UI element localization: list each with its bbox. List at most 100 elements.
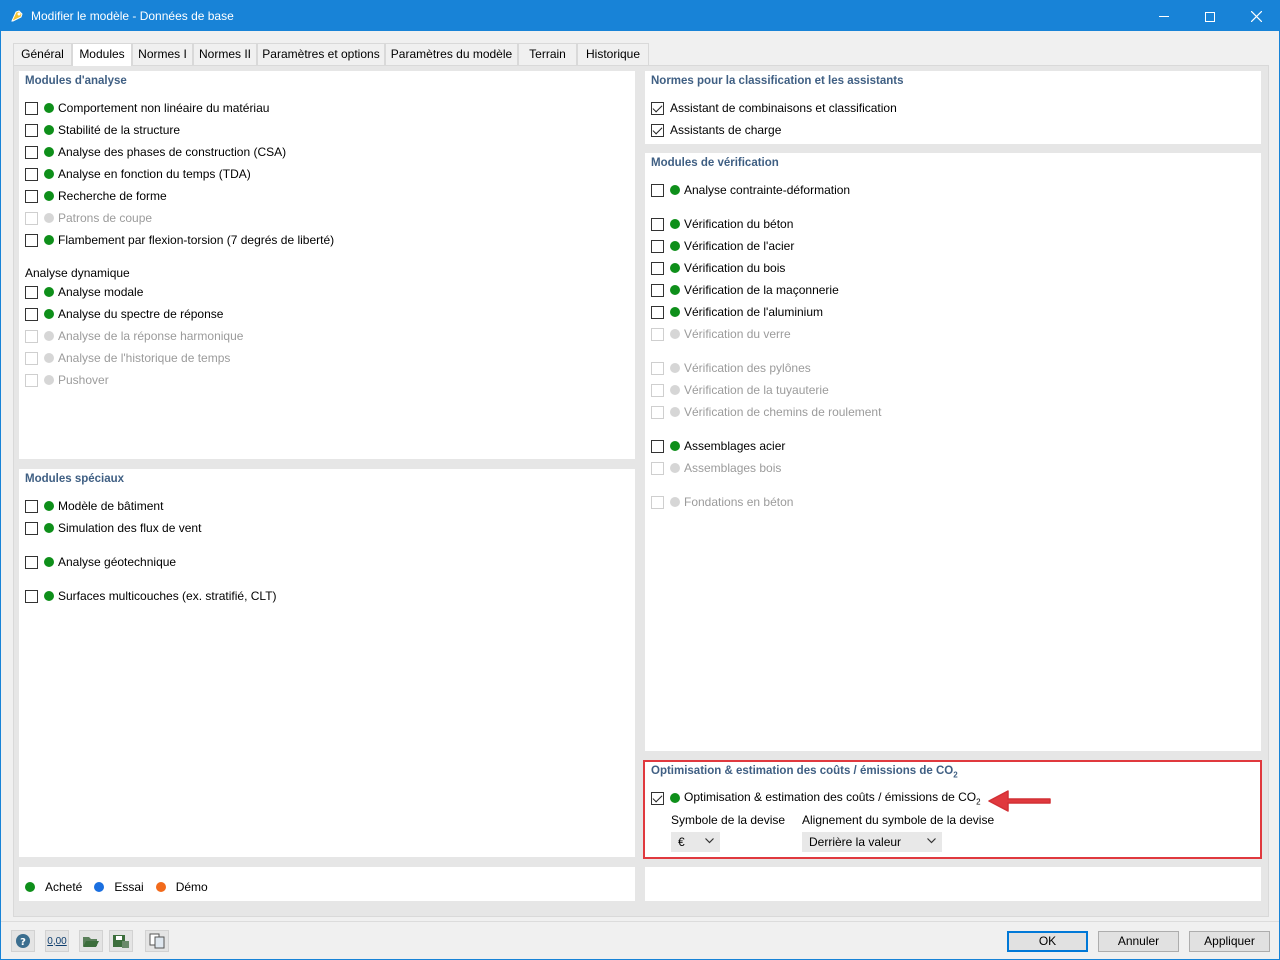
module-row[interactable]: Analyse du spectre de réponse — [25, 305, 223, 323]
standard-row[interactable]: Assistant de combinaisons et classificat… — [651, 99, 897, 117]
module-checkbox[interactable] — [651, 283, 664, 297]
status-dot-icon — [670, 463, 680, 473]
module-checkbox[interactable] — [651, 439, 664, 453]
status-dot-icon — [44, 331, 54, 341]
tab-general[interactable]: Général — [13, 43, 72, 65]
status-dot-icon — [670, 219, 680, 229]
module-row[interactable]: Simulation des flux de vent — [25, 519, 201, 537]
module-label: Analyse de l'historique de temps — [58, 351, 231, 365]
module-checkbox — [651, 405, 664, 419]
module-checkbox[interactable] — [25, 499, 38, 513]
module-row[interactable]: Vérification de la maçonnerie — [651, 281, 839, 299]
module-row[interactable]: Vérification du bois — [651, 259, 785, 277]
tab-modules[interactable]: Modules — [72, 43, 132, 66]
legend-panel: Acheté Essai Démo — [19, 867, 635, 901]
status-dot-icon — [670, 263, 680, 273]
module-row[interactable]: Flambement par flexion-torsion (7 degrés… — [25, 231, 334, 249]
module-row-disabled: Fondations en béton — [651, 493, 793, 511]
module-checkbox[interactable] — [25, 307, 38, 321]
module-row[interactable]: Analyse des phases de construction (CSA) — [25, 143, 286, 161]
empty-panel — [645, 867, 1261, 901]
module-label: Patrons de coupe — [58, 211, 153, 225]
module-label: Analyse des phases de construction (CSA) — [58, 145, 287, 159]
module-checkbox[interactable] — [25, 589, 38, 603]
status-dot-icon — [44, 309, 54, 319]
status-dot-icon — [670, 241, 680, 251]
module-row[interactable]: Analyse contrainte-déformation — [651, 181, 850, 199]
status-dot-icon — [670, 185, 680, 195]
folder-open-icon — [83, 937, 99, 947]
module-row[interactable]: Analyse en fonction du temps (TDA) — [25, 165, 251, 183]
module-checkbox[interactable] — [651, 239, 664, 253]
standard-label: Assistant de combinaisons et classificat… — [670, 101, 897, 115]
module-checkbox[interactable] — [25, 123, 38, 137]
legend-trial: Essai — [114, 880, 144, 894]
module-checkbox — [651, 327, 664, 341]
module-label: Analyse du spectre de réponse — [58, 307, 224, 321]
copy-button[interactable] — [145, 930, 169, 952]
module-row[interactable]: Stabilité de la structure — [25, 121, 180, 139]
cancel-button[interactable]: Annuler — [1098, 931, 1179, 952]
module-row[interactable]: Vérification du béton — [651, 215, 793, 233]
close-icon — [1250, 10, 1262, 23]
units-button[interactable]: 0,00 — [45, 930, 69, 952]
status-dot-icon — [670, 385, 680, 395]
save-settings-button[interactable] — [109, 930, 133, 952]
app-icon — [11, 10, 23, 22]
standard-row[interactable]: Assistants de charge — [651, 121, 781, 139]
module-row[interactable]: Vérification de l'acier — [651, 237, 794, 255]
tab-historique[interactable]: Historique — [577, 43, 649, 65]
module-checkbox[interactable] — [25, 101, 38, 115]
close-button[interactable] — [1233, 1, 1279, 31]
status-dot-icon — [44, 169, 54, 179]
purchased-dot-icon — [25, 882, 35, 892]
module-row-disabled: Vérification de chemins de roulement — [651, 403, 881, 421]
module-checkbox[interactable] — [25, 285, 38, 299]
module-label: Analyse géotechnique — [58, 555, 177, 569]
minimize-button[interactable] — [1141, 1, 1187, 31]
module-label: Vérification du bois — [684, 261, 786, 275]
module-checkbox — [25, 211, 38, 225]
module-row[interactable]: Analyse modale — [25, 283, 143, 301]
module-checkbox[interactable] — [25, 189, 38, 203]
module-row[interactable]: Recherche de forme — [25, 187, 167, 205]
apply-button[interactable]: Appliquer — [1189, 931, 1270, 952]
module-checkbox — [25, 373, 38, 387]
module-checkbox[interactable] — [25, 233, 38, 247]
standard-checkbox[interactable] — [651, 101, 664, 115]
tab-parametres-options[interactable]: Paramètres et options — [257, 43, 385, 65]
module-row[interactable]: Comportement non linéaire du matériau — [25, 99, 269, 117]
module-label: Vérification du béton — [684, 217, 794, 231]
module-checkbox[interactable] — [651, 217, 664, 231]
module-row[interactable]: Assemblages acier — [651, 437, 785, 455]
help-button[interactable]: ? — [11, 930, 35, 952]
module-row[interactable]: Surfaces multicouches (ex. stratifié, CL… — [25, 587, 277, 605]
legend-demo: Démo — [175, 880, 208, 894]
tab-normes-2[interactable]: Normes II — [193, 43, 257, 65]
module-checkbox[interactable] — [25, 521, 38, 535]
module-checkbox[interactable] — [25, 167, 38, 181]
module-checkbox[interactable] — [651, 261, 664, 275]
tab-terrain[interactable]: Terrain — [518, 43, 577, 65]
module-row[interactable]: Modèle de bâtiment — [25, 497, 163, 515]
status-dot-icon — [44, 147, 54, 157]
standard-checkbox[interactable] — [651, 123, 664, 137]
module-row[interactable]: Vérification de l'aluminium — [651, 303, 823, 321]
module-checkbox — [651, 495, 664, 509]
status-dot-icon — [44, 287, 54, 297]
window-title: Modifier le modèle - Données de base — [31, 9, 234, 23]
module-row[interactable]: Analyse géotechnique — [25, 553, 176, 571]
analysis-modules-panel: Modules d'analyse Comportement non linéa… — [19, 71, 635, 459]
module-label: Assemblages bois — [684, 461, 782, 475]
load-settings-button[interactable] — [79, 930, 103, 952]
tab-parametres-modele[interactable]: Paramètres du modèle — [385, 43, 518, 65]
minimize-icon — [1159, 16, 1169, 18]
module-checkbox[interactable] — [651, 305, 664, 319]
ok-button[interactable]: OK — [1007, 931, 1088, 952]
maximize-button[interactable] — [1187, 1, 1233, 31]
tab-normes-1[interactable]: Normes I — [132, 43, 193, 65]
module-checkbox[interactable] — [651, 183, 664, 197]
module-checkbox[interactable] — [25, 145, 38, 159]
module-checkbox[interactable] — [25, 555, 38, 569]
highlight-frame — [643, 760, 1262, 859]
